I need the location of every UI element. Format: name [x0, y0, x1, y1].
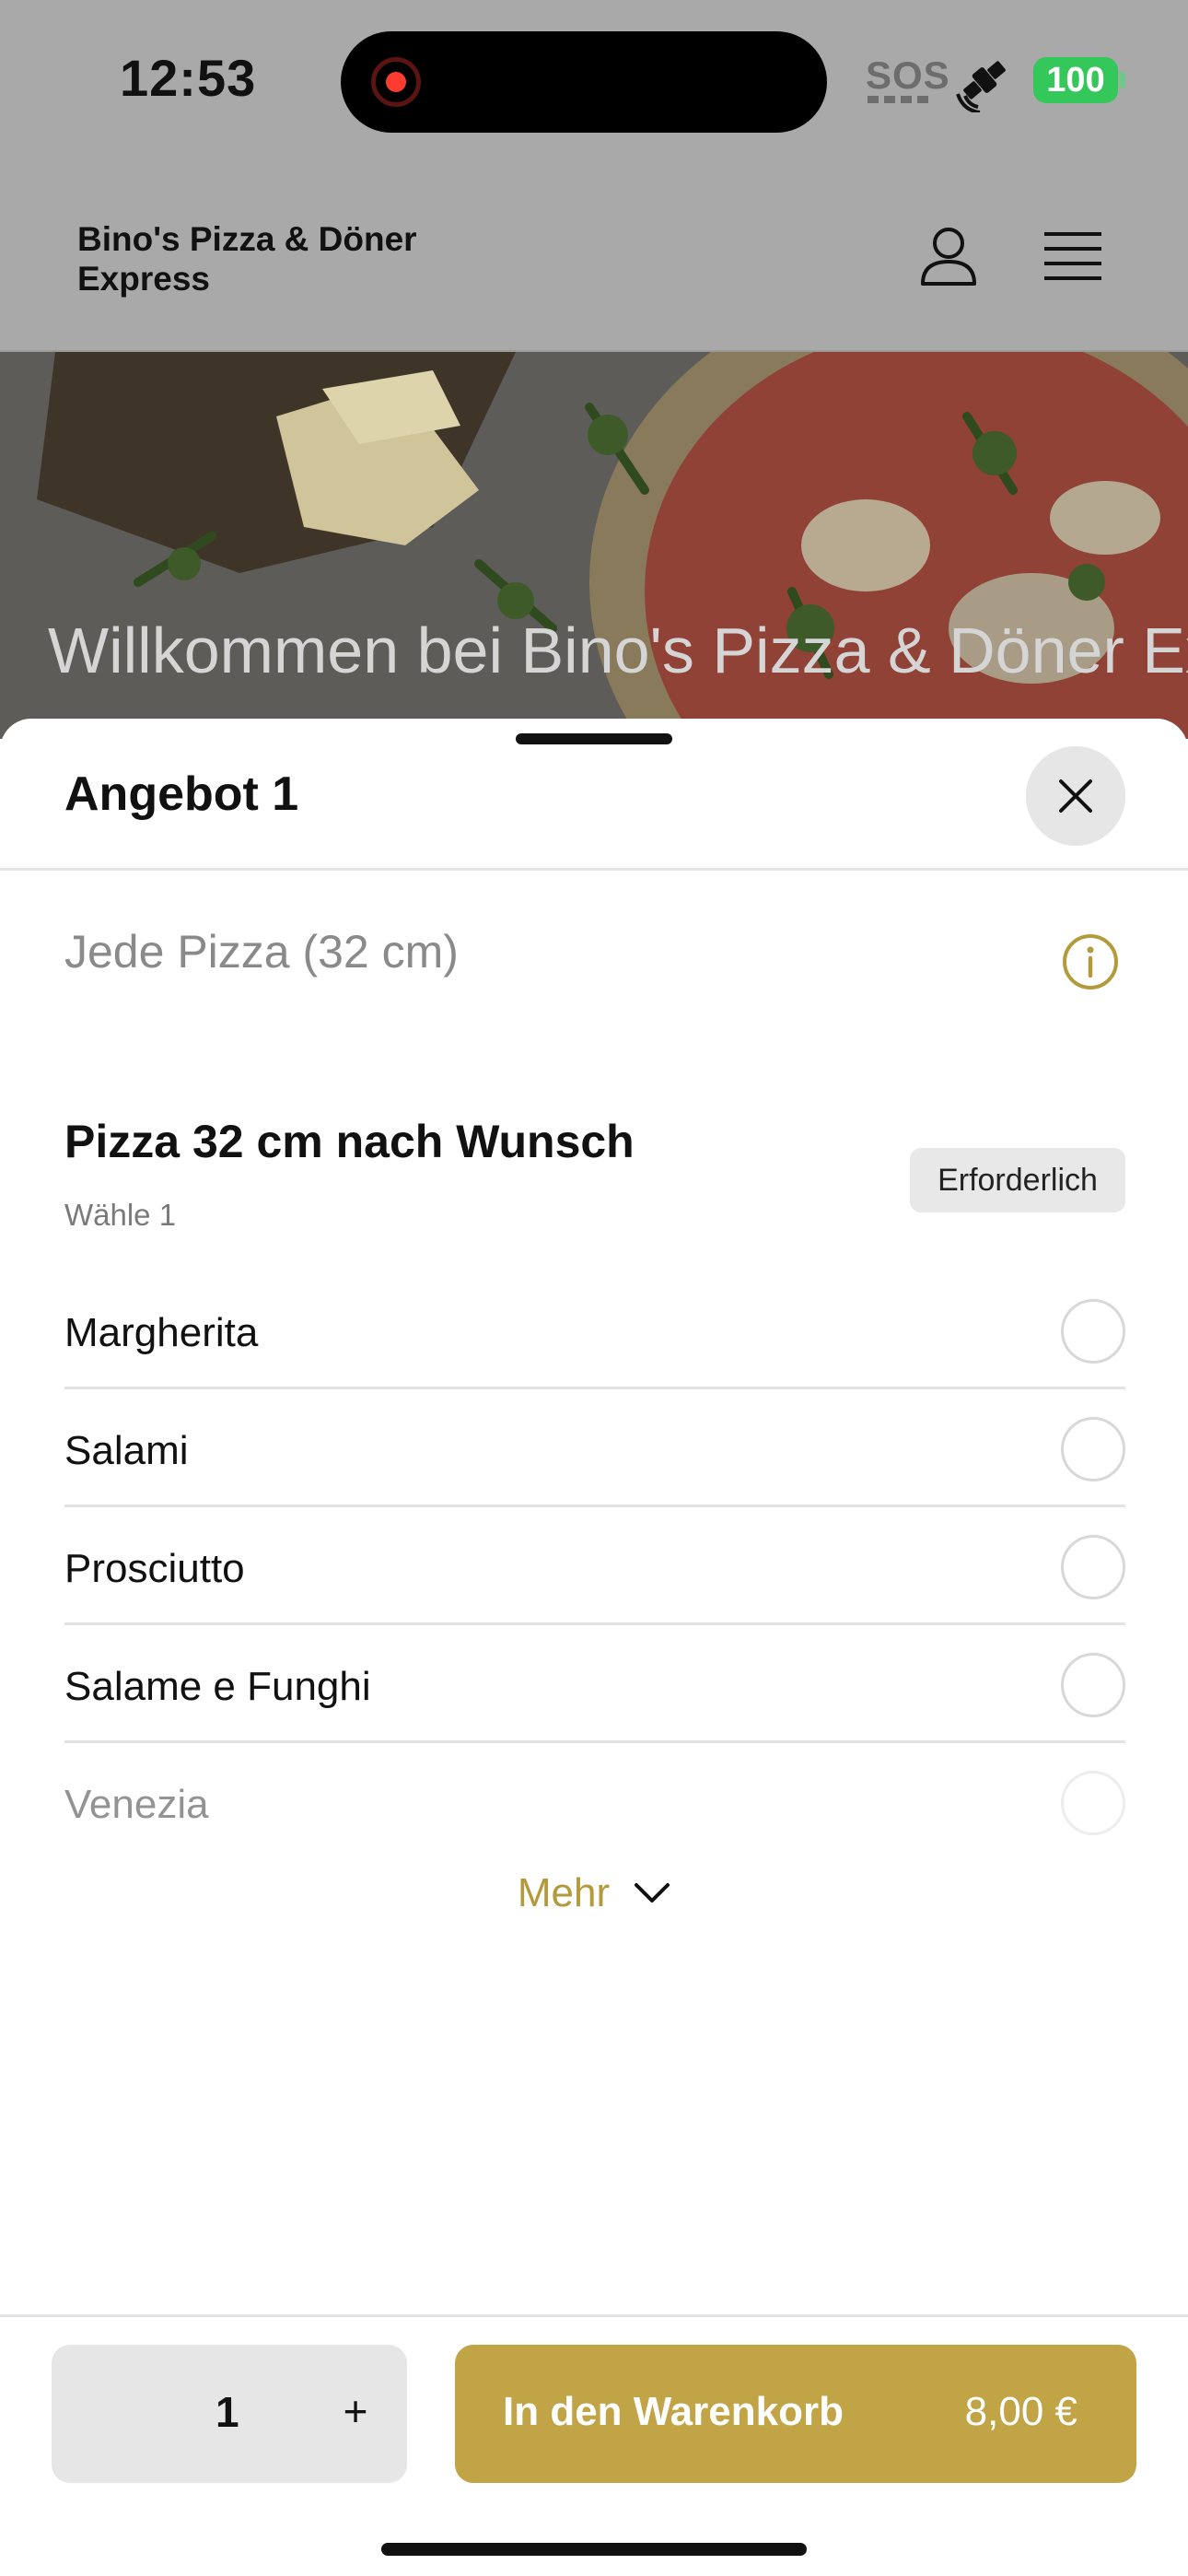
option-list: Margherita Salami Prosciutto Salame e Fu…: [64, 1271, 1125, 1861]
info-icon[interactable]: [1061, 932, 1120, 991]
menu-icon[interactable]: [1042, 230, 1103, 282]
status-time: 12:53: [120, 49, 257, 107]
app-screen: 12:53 SOS 100 Bino's Pizza & Döner Expre…: [0, 0, 1188, 2576]
sheet-grabber[interactable]: [516, 733, 672, 744]
option-label: Prosciutto: [64, 1546, 245, 1591]
option-salame-e-funghi[interactable]: Salame e Funghi: [64, 1625, 1125, 1743]
option-venezia[interactable]: Venezia: [64, 1743, 1125, 1861]
battery-indicator: 100: [1033, 57, 1118, 103]
close-button[interactable]: [1026, 746, 1125, 846]
option-group-title: Pizza 32 cm nach Wunsch: [64, 1116, 635, 1167]
option-margherita[interactable]: Margherita: [64, 1271, 1125, 1389]
signal-dots: [868, 96, 930, 103]
dynamic-island: [341, 31, 827, 133]
close-icon: [1059, 779, 1092, 813]
option-label: Salami: [64, 1428, 189, 1473]
radio-button[interactable]: [1061, 1417, 1125, 1481]
order-footer: 1 + In den Warenkorb 8,00 €: [0, 2314, 1188, 2576]
offer-description: Jede Pizza (32 cm): [64, 926, 459, 978]
option-label: Margherita: [64, 1310, 259, 1355]
battery-tip: [1120, 72, 1125, 88]
option-label: Venezia: [64, 1782, 209, 1827]
add-to-cart-button[interactable]: In den Warenkorb 8,00 €: [455, 2345, 1136, 2483]
more-button[interactable]: Mehr: [0, 1870, 1188, 1916]
add-to-cart-label: In den Warenkorb: [503, 2389, 844, 2434]
chevron-down-icon: [635, 1883, 670, 1903]
sos-indicator: SOS: [866, 53, 950, 97]
radio-button[interactable]: [1061, 1771, 1125, 1835]
option-prosciutto[interactable]: Prosciutto: [64, 1507, 1125, 1625]
option-salami[interactable]: Salami: [64, 1389, 1125, 1507]
site-header: Bino's Pizza & Döner Express: [0, 175, 1188, 352]
required-badge: Erforderlich: [910, 1148, 1125, 1212]
welcome-heading: Willkommen bei Bino's Pizza & Döner Expr…: [48, 615, 1188, 686]
quantity-value: 1: [215, 2388, 239, 2436]
radio-button[interactable]: [1061, 1535, 1125, 1599]
screen-recording-icon: [371, 57, 421, 107]
sheet-title: Angebot 1: [64, 767, 299, 821]
status-bar: 12:53 SOS 100: [0, 0, 1188, 175]
option-group-subtitle: Wähle 1: [64, 1198, 177, 1232]
satellite-icon: [956, 61, 1006, 112]
radio-button[interactable]: [1061, 1299, 1125, 1364]
home-indicator[interactable]: [381, 2543, 807, 2556]
sheet-divider: [0, 868, 1188, 871]
offer-sheet: Angebot 1 Jede Pizza (32 cm) Pizza 32 cm…: [0, 719, 1188, 2576]
increment-button[interactable]: +: [328, 2383, 383, 2439]
radio-button[interactable]: [1061, 1653, 1125, 1717]
hero-banner: Willkommen bei Bino's Pizza & Döner Expr…: [0, 352, 1188, 739]
total-price: 8,00 €: [964, 2389, 1077, 2434]
restaurant-name: Bino's Pizza & Döner Express: [77, 220, 417, 298]
more-label: Mehr: [517, 1870, 611, 1915]
user-icon[interactable]: [915, 223, 982, 289]
option-label: Salame e Funghi: [64, 1664, 371, 1709]
quantity-stepper: 1 +: [52, 2345, 407, 2483]
